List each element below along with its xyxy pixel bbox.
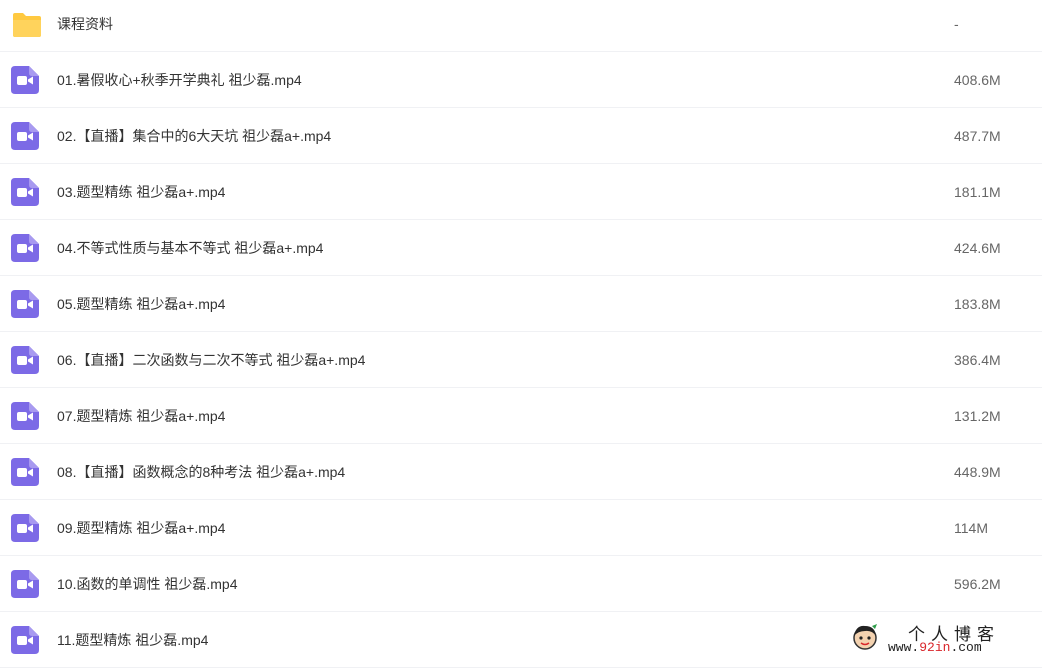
file-size: 181.1M: [954, 184, 1001, 200]
video-file-icon: [11, 346, 39, 374]
folder-name: 课程资料: [57, 16, 113, 32]
file-row[interactable]: 01.暑假收心+秋季开学典礼 祖少磊.mp4 408.6M: [0, 52, 1042, 108]
file-row[interactable]: 04.不等式性质与基本不等式 祖少磊a+.mp4 424.6M: [0, 220, 1042, 276]
file-size: 183.8M: [954, 296, 1001, 312]
file-row[interactable]: 05.题型精练 祖少磊a+.mp4 183.8M: [0, 276, 1042, 332]
video-file-icon: [11, 458, 39, 486]
video-file-icon: [11, 626, 39, 654]
file-size: 596.2M: [954, 576, 1001, 592]
file-row[interactable]: 06.【直播】二次函数与二次不等式 祖少磊a+.mp4 386.4M: [0, 332, 1042, 388]
file-list: 课程资料 - 01.暑假收心+秋季开学典礼 祖少磊.mp4 408.6M 02.…: [0, 0, 1042, 668]
file-size: 408.6M: [954, 72, 1001, 88]
file-name: 02.【直播】集合中的6大天坑 祖少磊a+.mp4: [57, 128, 332, 144]
video-file-icon: [11, 122, 39, 150]
file-name: 07.题型精炼 祖少磊a+.mp4: [57, 408, 226, 424]
blog-mascot-icon: [853, 624, 877, 650]
video-file-icon: [11, 290, 39, 318]
video-file-icon: [11, 178, 39, 206]
watermark-domain-accent: 92in: [919, 640, 951, 655]
file-size: 114M: [954, 520, 988, 536]
site-watermark: 个人博客 www.92in.com: [850, 620, 1040, 658]
file-name: 06.【直播】二次函数与二次不等式 祖少磊a+.mp4: [57, 352, 366, 368]
file-name: 05.题型精练 祖少磊a+.mp4: [57, 296, 226, 312]
file-row[interactable]: 08.【直播】函数概念的8种考法 祖少磊a+.mp4 448.9M: [0, 444, 1042, 500]
video-file-icon: [11, 66, 39, 94]
folder-row[interactable]: 课程资料 -: [0, 0, 1042, 52]
file-size: 448.9M: [954, 464, 1001, 480]
folder-size: -: [954, 16, 959, 32]
video-file-icon: [11, 234, 39, 262]
video-file-icon: [11, 402, 39, 430]
file-size: 386.4M: [954, 352, 1001, 368]
watermark-domain-prefix: www.: [888, 640, 920, 655]
file-name: 09.题型精炼 祖少磊a+.mp4: [57, 520, 226, 536]
file-row[interactable]: 02.【直播】集合中的6大天坑 祖少磊a+.mp4 487.7M: [0, 108, 1042, 164]
folder-icon: [13, 13, 41, 37]
file-row[interactable]: 03.题型精练 祖少磊a+.mp4 181.1M: [0, 164, 1042, 220]
file-name: 11.题型精炼 祖少磊.mp4: [57, 632, 209, 648]
file-size: 424.6M: [954, 240, 1001, 256]
file-size: 487.7M: [954, 128, 1001, 144]
video-file-icon: [11, 570, 39, 598]
file-row[interactable]: 09.题型精炼 祖少磊a+.mp4 114M: [0, 500, 1042, 556]
file-row[interactable]: 10.函数的单调性 祖少磊.mp4 596.2M: [0, 556, 1042, 612]
file-row[interactable]: 07.题型精炼 祖少磊a+.mp4 131.2M: [0, 388, 1042, 444]
file-name: 03.题型精练 祖少磊a+.mp4: [57, 184, 226, 200]
file-size: 131.2M: [954, 408, 1001, 424]
watermark-domain: www.92in.com: [888, 640, 982, 655]
file-name: 01.暑假收心+秋季开学典礼 祖少磊.mp4: [57, 72, 302, 88]
file-name: 04.不等式性质与基本不等式 祖少磊a+.mp4: [57, 240, 324, 256]
video-file-icon: [11, 514, 39, 542]
file-name: 08.【直播】函数概念的8种考法 祖少磊a+.mp4: [57, 464, 346, 480]
file-name: 10.函数的单调性 祖少磊.mp4: [57, 576, 238, 592]
watermark-domain-suffix: .com: [950, 640, 982, 655]
